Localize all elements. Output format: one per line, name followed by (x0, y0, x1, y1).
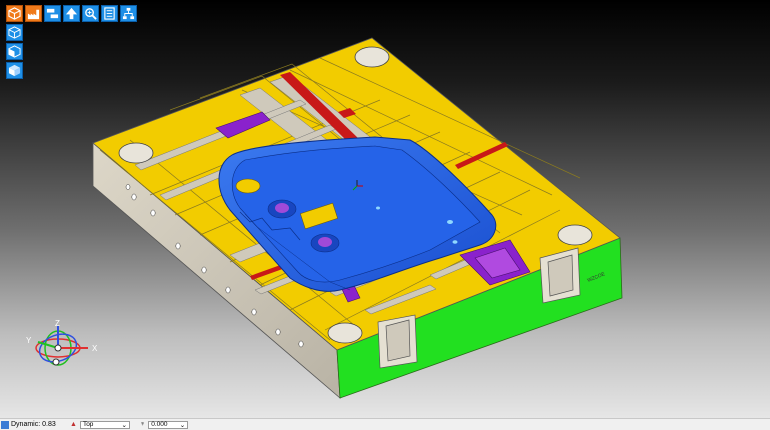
up-arrow-icon[interactable] (63, 5, 80, 22)
cube-shaded-icon[interactable] (6, 62, 23, 79)
lamp-icon: ♆ (140, 421, 146, 428)
orange-factory-icon[interactable] (25, 5, 42, 22)
cube-wire-icon[interactable] (6, 24, 23, 41)
triad-x-label: X (92, 344, 98, 353)
cube-front-icon[interactable] (6, 43, 23, 60)
chevron-down-icon[interactable]: ⌄ (180, 421, 185, 429)
view-selector[interactable]: ▲ Top ⌄ (70, 420, 130, 429)
hierarchy-icon[interactable] (120, 5, 137, 22)
render-mode-icon (1, 420, 9, 429)
mold-model[interactable]: WZCOE (0, 0, 770, 418)
view-selector-value: Top (82, 421, 94, 428)
orange-cube-icon[interactable] (6, 5, 23, 22)
chevron-down-icon[interactable]: ⌄ (121, 421, 126, 429)
offset-field[interactable]: ♆ 0.000 ⌄ (140, 420, 189, 429)
triad-z-label: Z (55, 319, 60, 328)
offset-value: 0.000 (151, 421, 168, 428)
status-bar: Dynamic: 0.83 ▲ Top ⌄ ♆ 0.000 ⌄ (0, 418, 770, 430)
mold-split-icon[interactable] (44, 5, 61, 22)
render-mode-text: Dynamic: 0.83 (11, 421, 56, 428)
view-cube-icon: ▲ (70, 421, 77, 428)
triad-y-label: Y (26, 336, 32, 345)
zoom-icon[interactable] (82, 5, 99, 22)
3d-viewport[interactable]: WZCOE Z X Y (0, 0, 770, 418)
render-mode-field: Dynamic: 0.83 (1, 420, 56, 429)
axis-triad: Z X Y (26, 319, 98, 366)
list-icon[interactable] (101, 5, 118, 22)
